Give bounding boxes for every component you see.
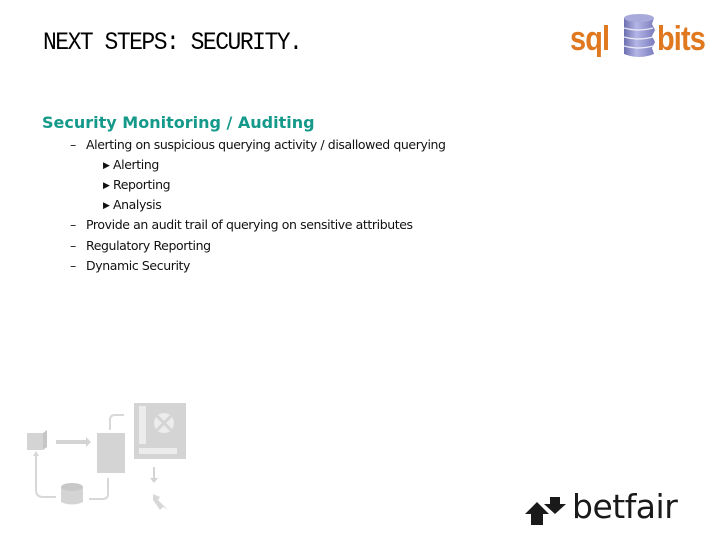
slide-title: NEXT STEPS: SECURITY.	[43, 28, 303, 57]
bullet-text: Reporting	[113, 177, 171, 192]
bullet-item: – Regulatory Reporting	[70, 238, 211, 253]
betfair-wordmark: betfair	[572, 487, 678, 526]
database-cylinder-icon	[623, 14, 655, 57]
connector-line	[89, 478, 109, 500]
cube-icon	[27, 433, 43, 450]
dash-marker: –	[70, 217, 76, 232]
arrow-right-icon	[56, 440, 86, 444]
up-down-arrows-icon	[525, 497, 566, 525]
bullet-item: – Alerting on suspicious querying activit…	[70, 137, 446, 152]
section-heading: Security Monitoring / Auditing	[42, 113, 315, 132]
sub-bullet-item: ▶ Reporting	[103, 177, 171, 192]
bullet-text: Regulatory Reporting	[86, 238, 211, 253]
connector-line	[35, 456, 56, 498]
bullet-text: Analysis	[113, 197, 162, 212]
sqlbits-logo: sql bits	[566, 10, 716, 60]
sqlbits-logo-sql-text: sql	[570, 20, 610, 58]
triangle-bullet-icon: ▶	[103, 181, 110, 191]
betfair-logo: betfair	[522, 487, 678, 530]
lightning-icon	[153, 494, 168, 510]
bullet-text: Dynamic Security	[86, 258, 191, 273]
dash-marker: –	[70, 137, 76, 152]
decorative-flow-diagram	[27, 403, 186, 510]
bullet-text: Alerting on suspicious querying activity…	[86, 137, 446, 152]
dash-marker: –	[70, 258, 76, 273]
connector-line	[109, 414, 124, 430]
triangle-bullet-icon: ▶	[103, 201, 110, 211]
triangle-bullet-icon: ▶	[103, 161, 110, 171]
server-box-icon	[97, 433, 125, 473]
sub-bullet-item: ▶ Analysis	[103, 197, 162, 212]
arrow-down-icon	[153, 467, 155, 479]
dash-marker: –	[70, 238, 76, 253]
bullet-text: Provide an audit trail of querying on se…	[86, 217, 413, 232]
sqlbits-logo-bits-text: bits	[657, 20, 706, 58]
bullet-item: – Provide an audit trail of querying on s…	[70, 217, 413, 232]
bullet-item: – Dynamic Security	[70, 258, 190, 273]
bullet-text: Alerting	[113, 157, 159, 172]
sub-bullet-item: ▶ Alerting	[103, 157, 159, 172]
